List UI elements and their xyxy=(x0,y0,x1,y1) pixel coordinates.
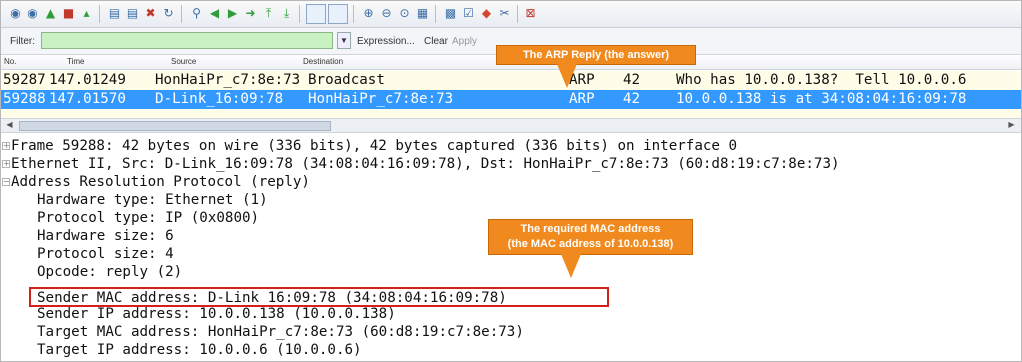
resize-columns-icon[interactable]: ▦ xyxy=(415,6,430,21)
column-header-no[interactable]: No. xyxy=(4,57,16,66)
tree-item-label: Frame 59288: 42 bytes on wire (336 bits)… xyxy=(11,138,738,154)
callout-required-mac-line2: (the MAC address of 10.0.0.138) xyxy=(507,238,674,250)
packet-info: 10.0.0.138 is at 34:08:04:16:09:78 xyxy=(676,91,967,107)
close-file-icon[interactable]: ✖ xyxy=(143,6,158,21)
packet-row-partial[interactable] xyxy=(1,109,1021,118)
tree-item-arp[interactable]: − Address Resolution Protocol (reply) xyxy=(1,173,1021,191)
filter-label: Filter: xyxy=(10,36,35,47)
packet-source: HonHaiPr_c7:8e:73 xyxy=(155,72,301,88)
arp-field-label: Hardware type: Ethernet (1) xyxy=(37,192,268,208)
goto-icon[interactable]: ➜ xyxy=(243,6,258,21)
column-header-time[interactable]: Time xyxy=(67,57,84,66)
clear-button[interactable]: Clear xyxy=(424,36,448,47)
packet-protocol: ARP xyxy=(569,91,595,107)
arp-field-label: Opcode: reply (2) xyxy=(37,264,183,280)
callout-required-mac-line1: The required MAC address xyxy=(520,223,661,235)
collapse-icon[interactable]: − xyxy=(2,178,10,186)
scroll-right-icon[interactable]: ▶ xyxy=(1005,119,1018,131)
column-header-destination[interactable]: Destination xyxy=(303,57,343,66)
zoom-in-icon[interactable]: ⊕ xyxy=(361,6,376,21)
callout-arp-reply: The ARP Reply (the answer) xyxy=(496,45,696,65)
packet-list-hscrollbar[interactable]: ◀ ▶ xyxy=(1,118,1021,133)
callout-required-mac-pointer xyxy=(561,254,581,278)
packet-no: 59287 xyxy=(3,72,46,88)
wireshark-window: ◉ ◉ ▲ ■ ▴ ▤ ▤ ✖ ↻ ⚲ ◀ ▶ ➜ ⤒ ⤓ ⊕ ⊖ ⊙ ▦ ▩ … xyxy=(0,0,1022,362)
first-packet-icon[interactable]: ⤒ xyxy=(261,6,276,21)
restart-capture-icon[interactable]: ▴ xyxy=(79,6,94,21)
arp-field-label: Protocol type: IP (0x0800) xyxy=(37,210,260,226)
packet-no: 59288 xyxy=(3,91,46,107)
scroll-left-icon[interactable]: ◀ xyxy=(3,119,16,131)
colorize-icon[interactable] xyxy=(306,4,326,24)
filter-input[interactable] xyxy=(41,32,333,49)
packet-source: D-Link_16:09:78 xyxy=(155,91,284,107)
packet-destination: Broadcast xyxy=(308,72,385,88)
arp-field-label: Sender IP address: 10.0.0.138 (10.0.0.13… xyxy=(37,306,396,322)
autoscroll-icon[interactable] xyxy=(328,4,348,24)
tree-item-label: Ethernet II, Src: D-Link_16:09:78 (34:08… xyxy=(11,156,840,172)
interface-icon[interactable]: ◉ xyxy=(8,6,23,21)
find-icon[interactable]: ⚲ xyxy=(189,6,204,21)
arp-field[interactable]: Sender IP address: 10.0.0.138 (10.0.0.13… xyxy=(1,305,1021,323)
callout-required-mac: The required MAC address (the MAC addres… xyxy=(488,219,693,255)
display-filters-icon[interactable]: ☑ xyxy=(461,6,476,21)
arp-field[interactable]: Target IP address: 10.0.0.6 (10.0.0.6) xyxy=(1,341,1021,359)
callout-arp-reply-text: The ARP Reply (the answer) xyxy=(522,49,670,61)
packet-length: 42 xyxy=(623,91,641,107)
last-packet-icon[interactable]: ⤓ xyxy=(279,6,294,21)
packet-length: 42 xyxy=(623,72,641,88)
tree-item-frame[interactable]: + Frame 59288: 42 bytes on wire (336 bit… xyxy=(1,137,1021,155)
packet-row[interactable]: 59287 147.01249 HonHaiPr_c7:8e:73 Broadc… xyxy=(1,71,1021,90)
packet-time: 147.01570 xyxy=(49,91,126,107)
expression-button[interactable]: Expression... xyxy=(357,36,415,47)
filter-dropdown-button[interactable]: ▼ xyxy=(337,32,351,49)
reload-icon[interactable]: ↻ xyxy=(161,6,176,21)
arp-field-label: Target IP address: 10.0.0.6 (10.0.0.6) xyxy=(37,342,362,358)
expand-icon[interactable]: + xyxy=(2,160,10,168)
tree-item-ethernet[interactable]: + Ethernet II, Src: D-Link_16:09:78 (34:… xyxy=(1,155,1021,173)
callout-arp-reply-pointer xyxy=(557,64,577,88)
stop-capture-icon[interactable]: ■ xyxy=(61,6,76,21)
arp-field[interactable]: Hardware type: Ethernet (1) xyxy=(1,191,1021,209)
arp-field[interactable]: Target MAC address: HonHaiPr_c7:8e:73 (6… xyxy=(1,323,1021,341)
arp-field-label: Target MAC address: HonHaiPr_c7:8e:73 (6… xyxy=(37,324,524,340)
open-file-icon[interactable]: ▤ xyxy=(107,6,122,21)
preferences-icon[interactable]: ✂ xyxy=(497,6,512,21)
options-icon[interactable]: ◉ xyxy=(25,6,40,21)
column-header-source[interactable]: Source xyxy=(171,57,196,66)
sender-mac-highlight-box xyxy=(29,287,609,307)
scrollbar-thumb[interactable] xyxy=(19,121,331,131)
normal-size-icon[interactable]: ⊙ xyxy=(397,6,412,21)
start-capture-icon[interactable]: ▲ xyxy=(43,6,58,21)
zoom-out-icon[interactable]: ⊖ xyxy=(379,6,394,21)
arp-field-label: Protocol size: 4 xyxy=(37,246,174,262)
tree-item-label: Address Resolution Protocol (reply) xyxy=(11,174,310,190)
expand-icon[interactable]: + xyxy=(2,142,10,150)
arp-field[interactable]: Opcode: reply (2) xyxy=(1,263,1021,281)
help-icon[interactable]: ⊠ xyxy=(523,6,538,21)
main-toolbar: ◉ ◉ ▲ ■ ▴ ▤ ▤ ✖ ↻ ⚲ ◀ ▶ ➜ ⤒ ⤓ ⊕ ⊖ ⊙ ▦ ▩ … xyxy=(1,1,1021,28)
packet-info: Who has 10.0.0.138? Tell 10.0.0.6 xyxy=(676,72,967,88)
packet-row-selected[interactable]: 59288 147.01570 D-Link_16:09:78 HonHaiPr… xyxy=(1,90,1021,109)
back-icon[interactable]: ◀ xyxy=(207,6,222,21)
packet-destination: HonHaiPr_c7:8e:73 xyxy=(308,91,454,107)
apply-button[interactable]: Apply xyxy=(452,36,477,47)
capture-filters-icon[interactable]: ▩ xyxy=(443,6,458,21)
packet-time: 147.01249 xyxy=(49,72,126,88)
save-file-icon[interactable]: ▤ xyxy=(125,6,140,21)
arp-field-label: Hardware size: 6 xyxy=(37,228,174,244)
coloring-rules-icon[interactable]: ◆ xyxy=(479,6,494,21)
forward-icon[interactable]: ▶ xyxy=(225,6,240,21)
